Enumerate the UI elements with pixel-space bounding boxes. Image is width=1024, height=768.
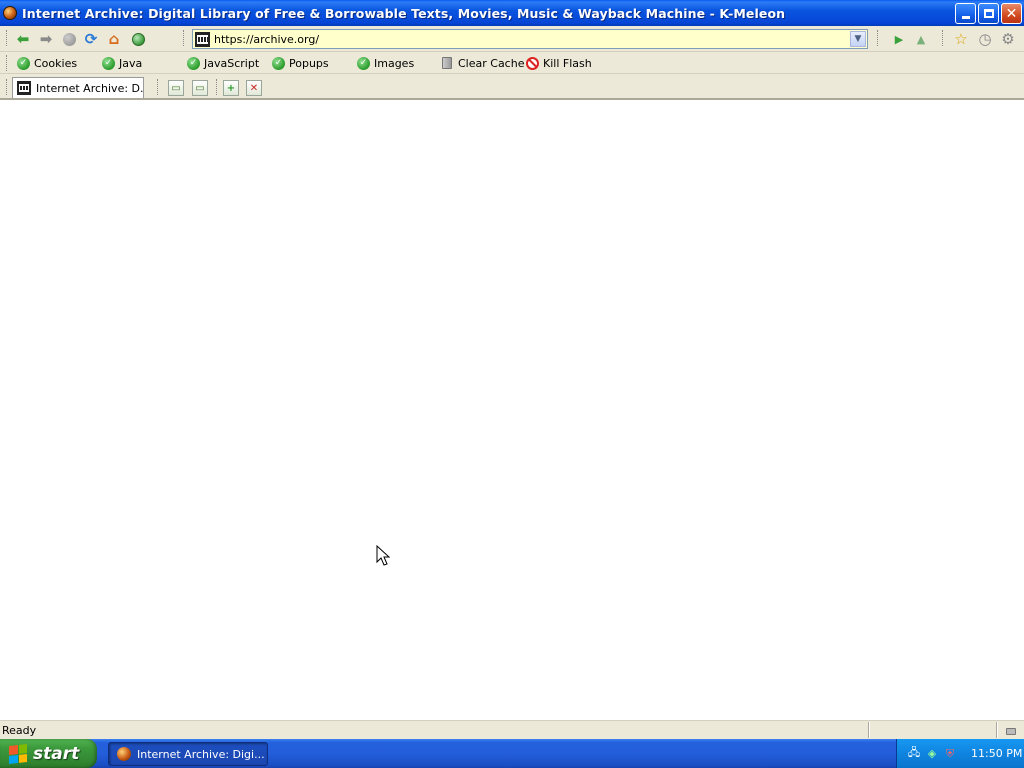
toolbar-grip[interactable]: [216, 79, 219, 95]
url-bar[interactable]: ▼: [192, 29, 868, 49]
check-icon: ✓: [272, 56, 285, 70]
back-icon: ⬅: [16, 30, 30, 48]
status-separator: [868, 722, 870, 738]
clear-cache-button[interactable]: Clear Cache: [442, 55, 524, 71]
bookmarks-button[interactable]: ☆: [952, 30, 970, 48]
close-icon: ✕: [249, 82, 259, 94]
toggle-label: Cookies: [34, 56, 78, 70]
toolbar-grip[interactable]: [6, 79, 9, 95]
tab-toolbar: [0, 74, 1024, 100]
next-tab-button[interactable]: ▭: [192, 80, 208, 96]
toolbar-grip[interactable]: [6, 30, 9, 46]
toolbar-grip[interactable]: [157, 79, 160, 95]
settings-gear-icon: ⚙: [1001, 30, 1015, 48]
trash-bin-icon: [442, 57, 452, 69]
security-lock-icon[interactable]: [1004, 723, 1018, 736]
play-arrow-icon: ▶: [894, 32, 904, 46]
taskbar-item-k-meleon[interactable]: Internet Archive: Digi...: [108, 742, 268, 766]
chevron-down-icon: ▼: [854, 34, 862, 44]
preferences-button[interactable]: ⚙: [999, 30, 1017, 48]
toolbar-grip[interactable]: [183, 30, 186, 46]
windows-flag-icon: [9, 743, 27, 764]
restore-button[interactable]: [978, 3, 999, 24]
mouse-cursor-icon: [376, 545, 390, 566]
clear-cache-label: Clear Cache: [458, 56, 525, 70]
check-icon: ✓: [17, 56, 30, 70]
kill-flash-label: Kill Flash: [543, 56, 592, 70]
toggle-javascript[interactable]: ✓ JavaScript: [187, 55, 259, 71]
close-icon: ✕: [1005, 5, 1018, 22]
tab-internet-archive[interactable]: Internet Archive: D...: [12, 77, 144, 98]
check-icon: ✓: [187, 56, 200, 70]
new-tab-button[interactable]: +: [223, 80, 239, 96]
window-left-icon: ▭: [171, 82, 181, 94]
no-entry-icon: [526, 56, 539, 70]
up-button[interactable]: ▲: [912, 30, 930, 48]
forward-icon: ➡: [39, 30, 53, 48]
restore-icon: [983, 9, 994, 18]
url-input[interactable]: [214, 32, 844, 46]
toggle-images[interactable]: ✓ Images: [357, 55, 414, 71]
toggle-label: Images: [374, 56, 415, 70]
go-icon: [131, 32, 145, 46]
go-arrow-button[interactable]: ▶: [890, 30, 908, 48]
network-icon[interactable]: 🖧: [907, 746, 921, 761]
status-separator: [996, 722, 998, 738]
home-button[interactable]: ⌂: [105, 30, 123, 48]
kill-flash-button[interactable]: Kill Flash: [526, 55, 592, 71]
back-button[interactable]: ⬅: [14, 30, 32, 48]
toggle-popups[interactable]: ✓ Popups: [272, 55, 329, 71]
system-tray: 🖧 ◈ ⛨ 11:50 PM: [896, 739, 1024, 768]
close-button[interactable]: ✕: [1001, 3, 1022, 24]
title-bar[interactable]: Internet Archive: Digital Library of Fre…: [0, 0, 1024, 26]
window-right-icon: ▭: [195, 82, 205, 94]
status-bar: Ready: [0, 720, 1024, 739]
site-favicon-icon: [195, 31, 210, 47]
start-label: start: [33, 743, 80, 764]
site-favicon-icon: [17, 81, 31, 95]
toggle-label: Java: [119, 56, 143, 70]
url-history-dropdown[interactable]: ▼: [850, 31, 866, 47]
check-icon: ✓: [357, 56, 370, 70]
bookmark-star-icon: ☆: [954, 30, 968, 48]
window-title: Internet Archive: Digital Library of Fre…: [22, 5, 786, 21]
shield-icon[interactable]: ⛨: [943, 747, 957, 761]
up-arrow-icon: ▲: [916, 32, 926, 46]
go-button[interactable]: [129, 30, 147, 48]
stop-button[interactable]: [60, 30, 78, 48]
toggle-java[interactable]: ✓ Java: [102, 55, 142, 71]
toggle-cookies[interactable]: ✓ Cookies: [17, 55, 77, 71]
history-button[interactable]: ◷: [976, 30, 994, 48]
toolbar-grip[interactable]: [6, 55, 9, 71]
page-content[interactable]: [0, 100, 1024, 720]
stop-icon: [62, 32, 76, 46]
k-meleon-app-icon: [117, 747, 131, 761]
toggle-label: Popups: [289, 56, 329, 70]
minimize-icon: [961, 16, 970, 19]
plus-icon: +: [226, 82, 236, 94]
minimize-button[interactable]: [955, 3, 976, 24]
k-meleon-app-icon[interactable]: [3, 6, 17, 20]
check-icon: ✓: [102, 56, 115, 70]
forward-button[interactable]: ➡: [37, 30, 55, 48]
status-text: Ready: [2, 723, 37, 737]
history-icon: ◷: [978, 30, 992, 48]
reload-button[interactable]: ⟳: [82, 30, 100, 48]
close-tab-button[interactable]: ✕: [246, 80, 262, 96]
tab-label: Internet Archive: D...: [36, 81, 144, 95]
toolbar-grip[interactable]: [877, 30, 880, 46]
start-button[interactable]: start: [0, 739, 97, 768]
security-center-icon[interactable]: ◈: [925, 747, 939, 761]
toolbar-grip[interactable]: [942, 30, 945, 46]
home-icon: ⌂: [108, 30, 120, 48]
reload-icon: ⟳: [84, 30, 98, 48]
taskbar-item-label: Internet Archive: Digi...: [137, 747, 265, 761]
previous-tab-button[interactable]: ▭: [168, 80, 184, 96]
toggle-label: JavaScript: [204, 56, 260, 70]
clock[interactable]: 11:50 PM: [971, 747, 1022, 760]
